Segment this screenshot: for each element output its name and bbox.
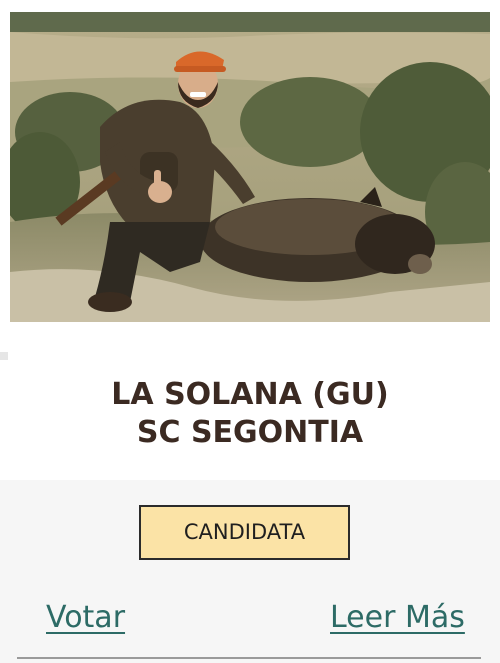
status-badge: CANDIDATA	[139, 505, 350, 560]
bottom-divider	[17, 657, 481, 659]
card-title: LA SOLANA (GU) SC SEGONTIA	[0, 376, 500, 452]
card-edge-shadow	[0, 352, 8, 360]
title-line-1: LA SOLANA (GU)	[111, 377, 389, 412]
vote-link[interactable]: Votar	[46, 599, 125, 637]
title-line-2: SC SEGONTIA	[136, 415, 364, 450]
hunting-photo	[10, 12, 490, 322]
read-more-link[interactable]: Leer Más	[330, 599, 465, 637]
